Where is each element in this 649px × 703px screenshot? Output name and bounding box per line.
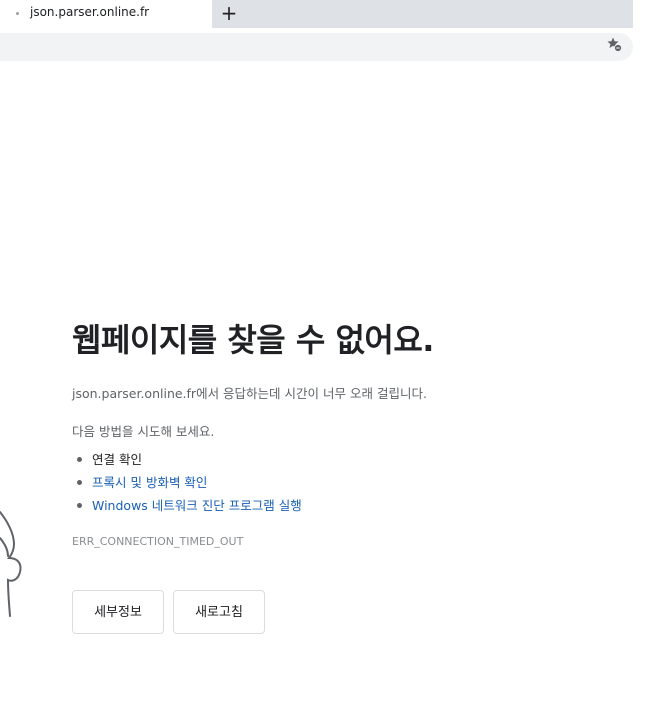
suggestion-network-diagnostics: Windows 네트워크 진단 프로그램 실행 (72, 494, 632, 517)
details-button[interactable]: 세부정보 (72, 590, 164, 634)
address-bar[interactable] (0, 33, 633, 61)
dino-icon (0, 511, 22, 617)
reload-button[interactable]: 새로고침 (173, 590, 265, 634)
proxy-firewall-link[interactable]: 프록시 및 방화벽 확인 (92, 475, 207, 490)
tab-loading-icon (16, 12, 19, 15)
tab-title: json.parser.online.fr (30, 5, 150, 19)
new-tab-button[interactable]: + (220, 1, 238, 25)
suggestion-check-connection: 연결 확인 (72, 448, 632, 471)
bullet-icon (77, 503, 82, 508)
bullet-icon (77, 480, 82, 485)
toolbar (0, 28, 633, 66)
network-diagnostics-link[interactable]: Windows 네트워크 진단 프로그램 실행 (92, 498, 302, 513)
tab-active[interactable]: json.parser.online.fr (0, 0, 212, 28)
suggestions-list: 연결 확인 프록시 및 방화벽 확인 Windows 네트워크 진단 프로그램 … (72, 448, 632, 517)
suggestions-heading: 다음 방법을 시도해 보세요. (72, 424, 215, 439)
suggestion-check-proxy-firewall: 프록시 및 방화벽 확인 (72, 471, 632, 494)
bullet-icon (77, 457, 82, 462)
tab-strip: json.parser.online.fr + (0, 0, 633, 28)
suggestion-label: 연결 확인 (92, 452, 142, 467)
bookmark-star-icon[interactable] (606, 36, 622, 52)
error-content: 웹페이지를 찾을 수 없어요. json.parser.online.fr에서 … (72, 318, 632, 550)
page-title: 웹페이지를 찾을 수 없어요. (72, 321, 434, 359)
error-code: ERR_CONNECTION_TIMED_OUT (72, 535, 244, 548)
error-description: json.parser.online.fr에서 응답하는데 시간이 너무 오래 … (72, 386, 427, 401)
